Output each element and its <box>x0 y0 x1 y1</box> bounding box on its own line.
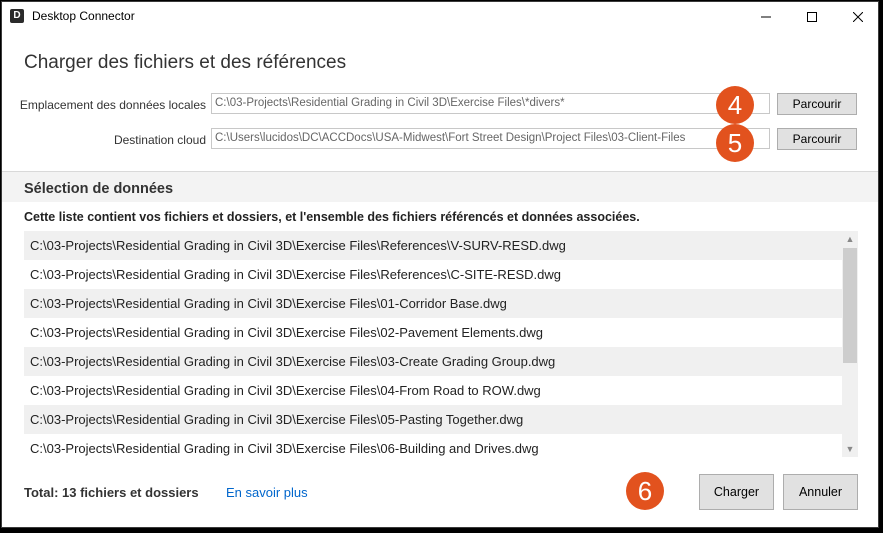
local-location-label: Emplacement des données locales <box>19 98 206 112</box>
callout-6: 6 <box>626 472 664 510</box>
scroll-up-icon[interactable]: ▲ <box>842 231 858 247</box>
data-selection-title: Sélection de données <box>24 181 174 197</box>
list-description: Cette liste contient vos fichiers et dos… <box>24 210 640 224</box>
close-icon <box>853 12 863 22</box>
callout-4: 4 <box>716 86 754 124</box>
maximize-button[interactable] <box>789 2 835 32</box>
cloud-destination-label: Destination cloud <box>113 133 206 147</box>
list-item[interactable]: C:\03-Projects\Residential Grading in Ci… <box>24 231 842 260</box>
desktop-connector-window: D Desktop Connector Charger des fichiers… <box>1 1 879 528</box>
list-item[interactable]: C:\03-Projects\Residential Grading in Ci… <box>24 289 842 318</box>
list-item[interactable]: C:\03-Projects\Residential Grading in Ci… <box>24 405 842 434</box>
list-item[interactable]: C:\03-Projects\Residential Grading in Ci… <box>24 318 842 347</box>
app-icon: D <box>10 9 24 23</box>
cloud-destination-field[interactable]: C:\Users\lucidos\DC\ACCDocs\USA-Midwest\… <box>211 128 770 149</box>
minimize-button[interactable] <box>743 2 789 32</box>
page-title: Charger des fichiers et des références <box>24 52 347 73</box>
browse-cloud-button[interactable]: Parcourir <box>777 128 857 150</box>
list-item[interactable]: C:\03-Projects\Residential Grading in Ci… <box>24 260 842 289</box>
window-title: Desktop Connector <box>32 9 135 23</box>
total-count: Total: 13 fichiers et dossiers <box>24 485 199 500</box>
minimize-icon <box>761 16 771 18</box>
maximize-icon <box>807 12 817 22</box>
list-item[interactable]: C:\03-Projects\Residential Grading in Ci… <box>24 347 842 376</box>
callout-5: 5 <box>716 124 754 162</box>
browse-local-button[interactable]: Parcourir <box>777 93 857 115</box>
list-item[interactable]: C:\03-Projects\Residential Grading in Ci… <box>24 376 842 405</box>
scroll-down-icon[interactable]: ▼ <box>842 441 858 457</box>
file-list: C:\03-Projects\Residential Grading in Ci… <box>24 231 842 457</box>
upload-button[interactable]: Charger <box>699 474 774 510</box>
close-button[interactable] <box>835 2 878 32</box>
list-item[interactable]: C:\03-Projects\Residential Grading in Ci… <box>24 434 842 457</box>
title-bar: D Desktop Connector <box>2 2 878 32</box>
cancel-button[interactable]: Annuler <box>783 474 858 510</box>
local-location-field[interactable]: C:\03-Projects\Residential Grading in Ci… <box>211 93 770 114</box>
file-list-scrollbar[interactable]: ▲ ▼ <box>842 231 858 457</box>
scroll-thumb[interactable] <box>843 248 857 363</box>
learn-more-link[interactable]: En savoir plus <box>226 485 308 500</box>
